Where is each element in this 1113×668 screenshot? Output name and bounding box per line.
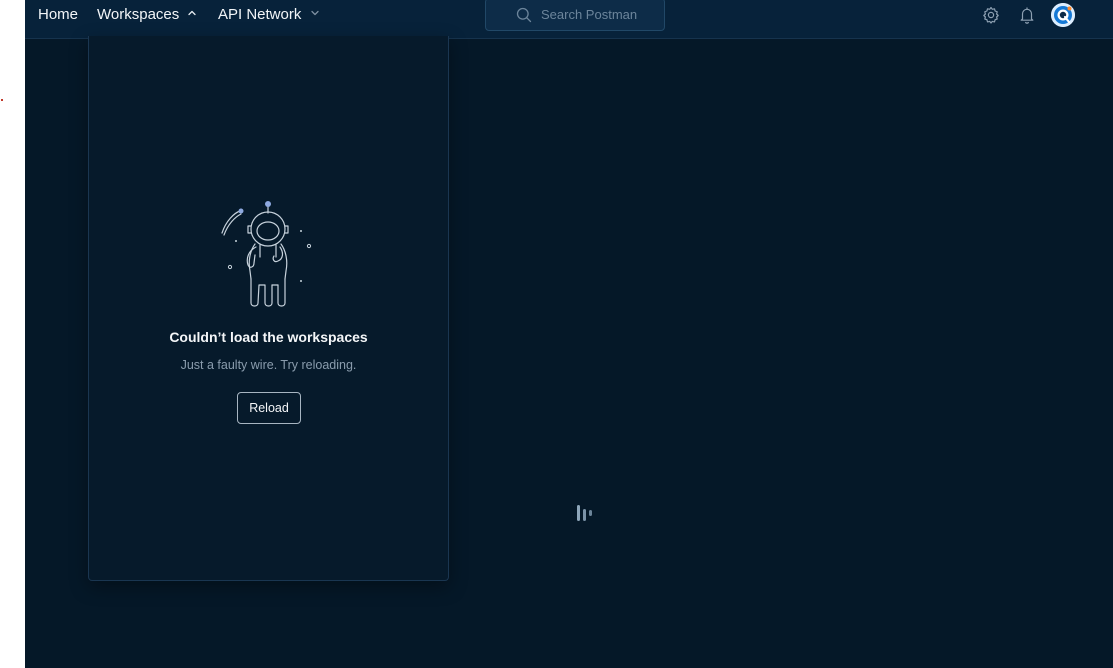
error-title: Couldn’t load the workspaces [169,329,368,345]
stray-dot [1,99,3,101]
nav-home[interactable]: Home [38,0,78,30]
search-input[interactable]: Search Postman [485,0,665,31]
nav-home-label: Home [38,6,79,23]
left-margin-strip [0,0,25,668]
nav-api-network-label: API Network [218,6,302,23]
search-placeholder: Search Postman [541,7,638,22]
chevron-up-icon [187,0,197,29]
search-icon [516,7,532,28]
chevron-down-icon [310,0,320,29]
nav-api-network[interactable]: API Network [218,0,320,30]
loading-indicator-icon [577,505,595,521]
bell-icon[interactable] [1017,5,1037,25]
error-subtitle: Just a faulty wire. Try reloading. [180,358,357,372]
workspaces-dropdown: Couldn’t load the workspaces Just a faul… [88,36,449,581]
reload-button[interactable]: Reload [237,392,301,424]
astronaut-illustration [220,199,320,314]
nav-workspaces-label: Workspaces [97,6,180,23]
nav-workspaces[interactable]: Workspaces [97,0,197,30]
avatar[interactable] [1051,3,1075,27]
top-navigation-bar: Home Workspaces API Network Search Postm… [25,0,1113,39]
gear-icon[interactable] [981,5,1001,25]
postman-app: Home Workspaces API Network Search Postm… [25,0,1113,668]
